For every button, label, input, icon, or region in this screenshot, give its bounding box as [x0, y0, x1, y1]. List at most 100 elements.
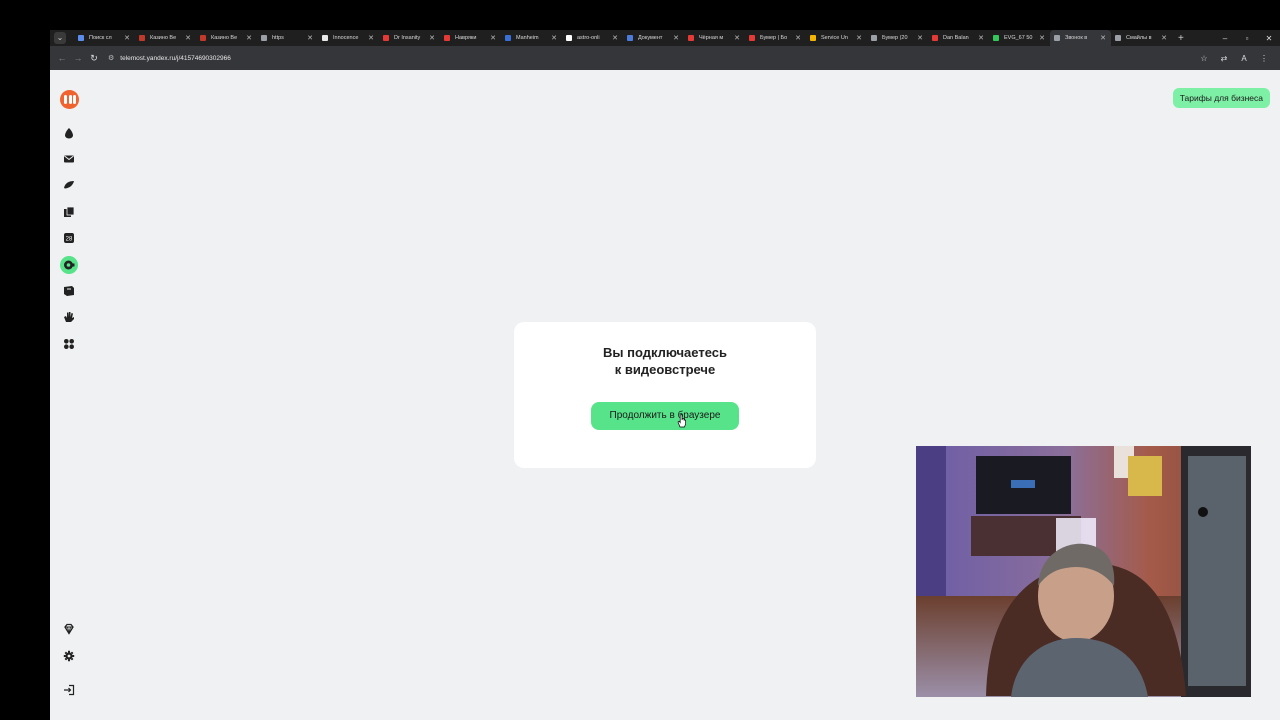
browser-tab[interactable]: Смайлы в ✕ — [1111, 30, 1172, 46]
tab-strip: ⌄ Поиск сл ✕ Казино Be ✕ Казино Be ✕ https ✕ Inn… — [50, 30, 1280, 46]
tab-close-icon[interactable]: ✕ — [611, 34, 619, 42]
telemost-page: 28 Тарифы для бизнеса Вы подключаетесь к… — [50, 70, 1280, 720]
maximize-button[interactable]: ▫ — [1236, 34, 1258, 43]
docs-icon[interactable] — [62, 205, 76, 219]
tab-title: Казино Be — [150, 35, 177, 41]
browser-tab[interactable]: Навряки ✕ — [440, 30, 501, 46]
tab-search-button[interactable]: ⌄ — [54, 32, 66, 44]
tab-favicon-icon — [78, 35, 84, 41]
translate-icon[interactable]: ⇄ — [1214, 54, 1234, 63]
webcam-preview — [916, 446, 1251, 697]
tab-close-icon[interactable]: ✕ — [1038, 34, 1046, 42]
tab-close-icon[interactable]: ✕ — [855, 34, 863, 42]
browser-tab[interactable]: astro-onli ✕ — [562, 30, 623, 46]
tab-close-icon[interactable]: ✕ — [672, 34, 680, 42]
tab-title: Manheim — [516, 35, 539, 41]
tab-close-icon[interactable]: ✕ — [916, 34, 924, 42]
profile-icon[interactable]: A — [1234, 54, 1254, 63]
tab-title: astro-onli — [577, 35, 600, 41]
hand-icon[interactable] — [62, 310, 76, 324]
logout-icon[interactable] — [62, 683, 76, 697]
tab-close-icon[interactable]: ✕ — [245, 34, 253, 42]
tab-close-icon[interactable]: ✕ — [428, 34, 436, 42]
browser-tab[interactable]: Dr Insanity ✕ — [379, 30, 440, 46]
tab-title: Чёрная м — [699, 35, 724, 41]
tab-close-icon[interactable]: ✕ — [306, 34, 314, 42]
new-tab-button[interactable]: + — [1178, 33, 1184, 44]
tab-favicon-icon — [261, 35, 267, 41]
tab-close-icon[interactable]: ✕ — [1160, 34, 1168, 42]
tab-title: Innocence — [333, 35, 359, 41]
tab-favicon-icon — [627, 35, 633, 41]
premium-icon[interactable] — [62, 622, 76, 636]
back-icon[interactable]: ← — [54, 53, 70, 63]
tab-favicon-icon — [444, 35, 450, 41]
tab-list: Поиск сл ✕ Казино Be ✕ Казино Be ✕ https ✕ Innoc… — [74, 30, 1172, 46]
business-plans-button[interactable]: Тарифы для бизнеса — [1172, 88, 1270, 108]
messenger-icon[interactable] — [62, 178, 76, 192]
tab-title: Звонок в — [1065, 35, 1088, 41]
mail-icon[interactable] — [62, 152, 76, 166]
browser-tab[interactable]: Поиск сл ✕ — [74, 30, 135, 46]
browser-tab[interactable]: Документ ✕ — [623, 30, 684, 46]
browser-tab[interactable]: Казино Be ✕ — [196, 30, 257, 46]
bookmark-star-icon[interactable]: ☆ — [1194, 54, 1214, 63]
calendar-icon[interactable]: 28 — [62, 231, 76, 245]
tab-active[interactable]: Звонок в ✕ — [1050, 30, 1111, 46]
dialog-title-line2: к видеовстрече — [614, 362, 716, 377]
browser-tab[interactable]: Чёрная м ✕ — [684, 30, 745, 46]
browser-tab[interactable]: EVG_67 50 ✕ — [989, 30, 1050, 46]
browser-tab[interactable]: Бумер | Бо ✕ — [745, 30, 806, 46]
reload-icon[interactable]: ↻ — [86, 53, 102, 64]
settings-icon[interactable] — [62, 649, 76, 663]
tab-favicon-icon — [810, 35, 816, 41]
notes-icon[interactable] — [62, 284, 76, 298]
address-bar[interactable]: ⚙ telemost.yandex.ru/j/41574690302966 — [108, 50, 1194, 66]
tab-title: Документ — [638, 35, 663, 41]
dialog-title: Вы подключаетесь к видеовстрече — [514, 344, 816, 378]
continue-in-browser-button[interactable]: Продолжить в браузере — [591, 402, 739, 430]
browser-tab[interactable]: https ✕ — [257, 30, 318, 46]
calendar-date: 28 — [66, 237, 73, 243]
tab-title: Бумер | Бо — [760, 35, 788, 41]
tab-close-icon[interactable]: ✕ — [367, 34, 375, 42]
hand-cursor-icon — [677, 414, 686, 428]
menu-icon[interactable]: ⋮ — [1254, 54, 1274, 63]
tab-favicon-icon — [200, 35, 206, 41]
close-window-button[interactable]: ✕ — [1258, 34, 1280, 43]
browser-tab[interactable]: Manheim ✕ — [501, 30, 562, 46]
tab-title: EVG_67 50 — [1004, 35, 1033, 41]
tab-title: Dan Balan — [943, 35, 969, 41]
browser-tab[interactable]: Бумер (20 ✕ — [867, 30, 928, 46]
telemost-icon[interactable] — [60, 256, 78, 274]
cloud-icon[interactable] — [62, 126, 76, 140]
forward-icon[interactable]: → — [70, 53, 86, 63]
tab-close-icon[interactable]: ✕ — [184, 34, 192, 42]
tab-favicon-icon — [139, 35, 145, 41]
tab-favicon-icon — [688, 35, 694, 41]
sidebar: 28 — [50, 70, 88, 720]
tab-close-icon[interactable]: ✕ — [1099, 34, 1107, 42]
telemost-logo[interactable] — [60, 90, 79, 109]
browser-tab[interactable]: Service Un ✕ — [806, 30, 867, 46]
tab-close-icon[interactable]: ✕ — [977, 34, 985, 42]
minimize-button[interactable]: – — [1214, 34, 1236, 43]
join-dialog: Вы подключаетесь к видеовстрече Продолжи… — [514, 322, 816, 468]
apps-icon[interactable] — [62, 337, 76, 351]
tab-title: Смайлы в — [1126, 35, 1152, 41]
url-text: telemost.yandex.ru/j/41574690302966 — [120, 54, 231, 62]
browser-tab[interactable]: Dan Balan ✕ — [928, 30, 989, 46]
browser-tab[interactable]: Innocence ✕ — [318, 30, 379, 46]
tab-favicon-icon — [566, 35, 572, 41]
tab-close-icon[interactable]: ✕ — [794, 34, 802, 42]
browser-tab[interactable]: Казино Be ✕ — [135, 30, 196, 46]
tab-close-icon[interactable]: ✕ — [733, 34, 741, 42]
tab-favicon-icon — [505, 35, 511, 41]
tab-close-icon[interactable]: ✕ — [123, 34, 131, 42]
tab-close-icon[interactable]: ✕ — [489, 34, 497, 42]
tab-favicon-icon — [1054, 35, 1060, 41]
tab-title: https — [272, 35, 284, 41]
site-info-icon[interactable]: ⚙ — [108, 54, 114, 62]
tab-close-icon[interactable]: ✕ — [550, 34, 558, 42]
webcam-image — [916, 446, 1251, 697]
